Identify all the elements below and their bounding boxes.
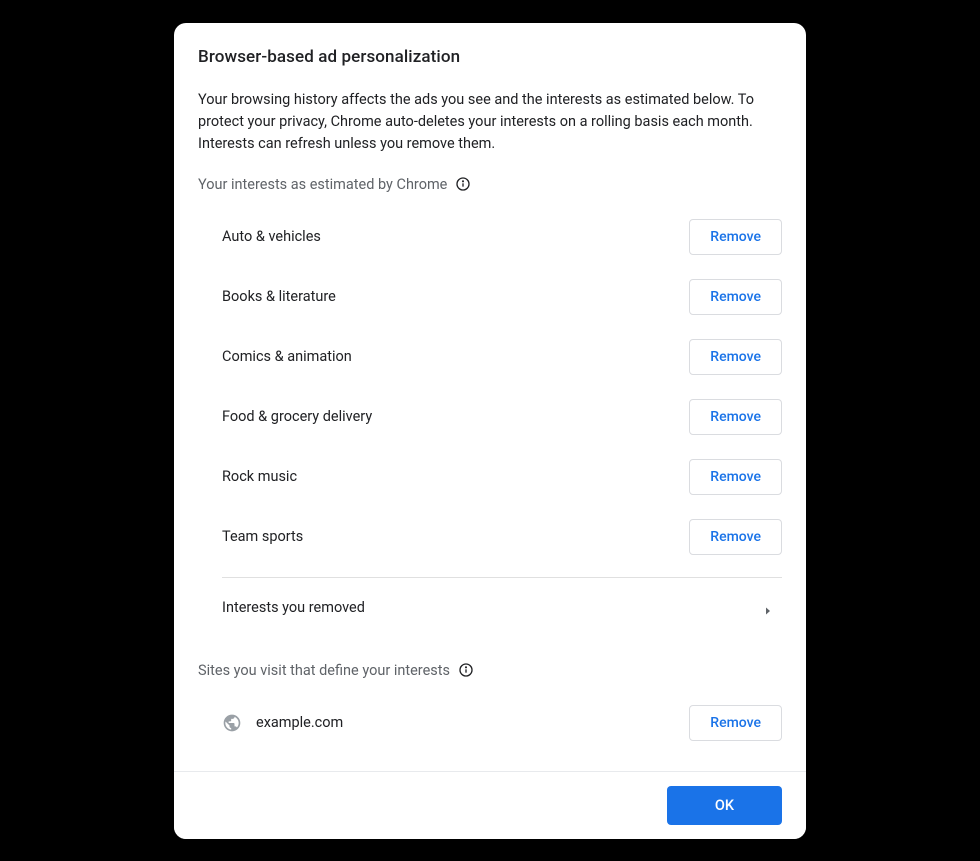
interest-row: Comics & animation Remove bbox=[222, 327, 782, 387]
interests-label: Your interests as estimated by Chrome bbox=[198, 176, 447, 193]
remove-button[interactable]: Remove bbox=[689, 219, 782, 255]
interests-section-header: Your interests as estimated by Chrome bbox=[198, 176, 782, 193]
dialog-footer: OK bbox=[174, 771, 806, 839]
ad-personalization-dialog: Browser-based ad personalization Your br… bbox=[174, 23, 806, 839]
interest-row: Food & grocery delivery Remove bbox=[222, 387, 782, 447]
ok-button[interactable]: OK bbox=[667, 786, 782, 825]
interest-name: Books & literature bbox=[222, 288, 336, 305]
interest-name: Rock music bbox=[222, 468, 297, 485]
interest-row: Rock music Remove bbox=[222, 447, 782, 507]
remove-button[interactable]: Remove bbox=[689, 279, 782, 315]
remove-button[interactable]: Remove bbox=[689, 459, 782, 495]
info-icon[interactable] bbox=[458, 662, 474, 678]
dialog-body: Browser-based ad personalization Your br… bbox=[174, 23, 806, 771]
info-icon[interactable] bbox=[455, 176, 471, 192]
interest-row: Auto & vehicles Remove bbox=[222, 207, 782, 267]
chevron-right-icon bbox=[762, 602, 774, 614]
interest-row: Team sports Remove bbox=[222, 507, 782, 567]
interest-list: Auto & vehicles Remove Books & literatur… bbox=[198, 207, 782, 638]
dialog-title: Browser-based ad personalization bbox=[198, 47, 782, 67]
remove-button[interactable]: Remove bbox=[689, 519, 782, 555]
remove-button[interactable]: Remove bbox=[689, 399, 782, 435]
globe-icon bbox=[222, 713, 242, 733]
remove-button[interactable]: Remove bbox=[689, 339, 782, 375]
sites-section-header: Sites you visit that define your interes… bbox=[198, 662, 782, 679]
interests-you-removed-row[interactable]: Interests you removed bbox=[222, 578, 782, 638]
dialog-description: Your browsing history affects the ads yo… bbox=[198, 89, 782, 156]
interest-name: Comics & animation bbox=[222, 348, 352, 365]
remove-button[interactable]: Remove bbox=[689, 705, 782, 741]
interest-name: Team sports bbox=[222, 528, 303, 545]
removed-label: Interests you removed bbox=[222, 599, 365, 616]
site-name: example.com bbox=[256, 714, 343, 731]
interest-row: Books & literature Remove bbox=[222, 267, 782, 327]
site-left: example.com bbox=[222, 713, 343, 733]
sites-section: Sites you visit that define your interes… bbox=[198, 662, 782, 753]
interest-name: Auto & vehicles bbox=[222, 228, 321, 245]
site-row: example.com Remove bbox=[198, 693, 782, 753]
sites-label: Sites you visit that define your interes… bbox=[198, 662, 450, 679]
interest-name: Food & grocery delivery bbox=[222, 408, 372, 425]
